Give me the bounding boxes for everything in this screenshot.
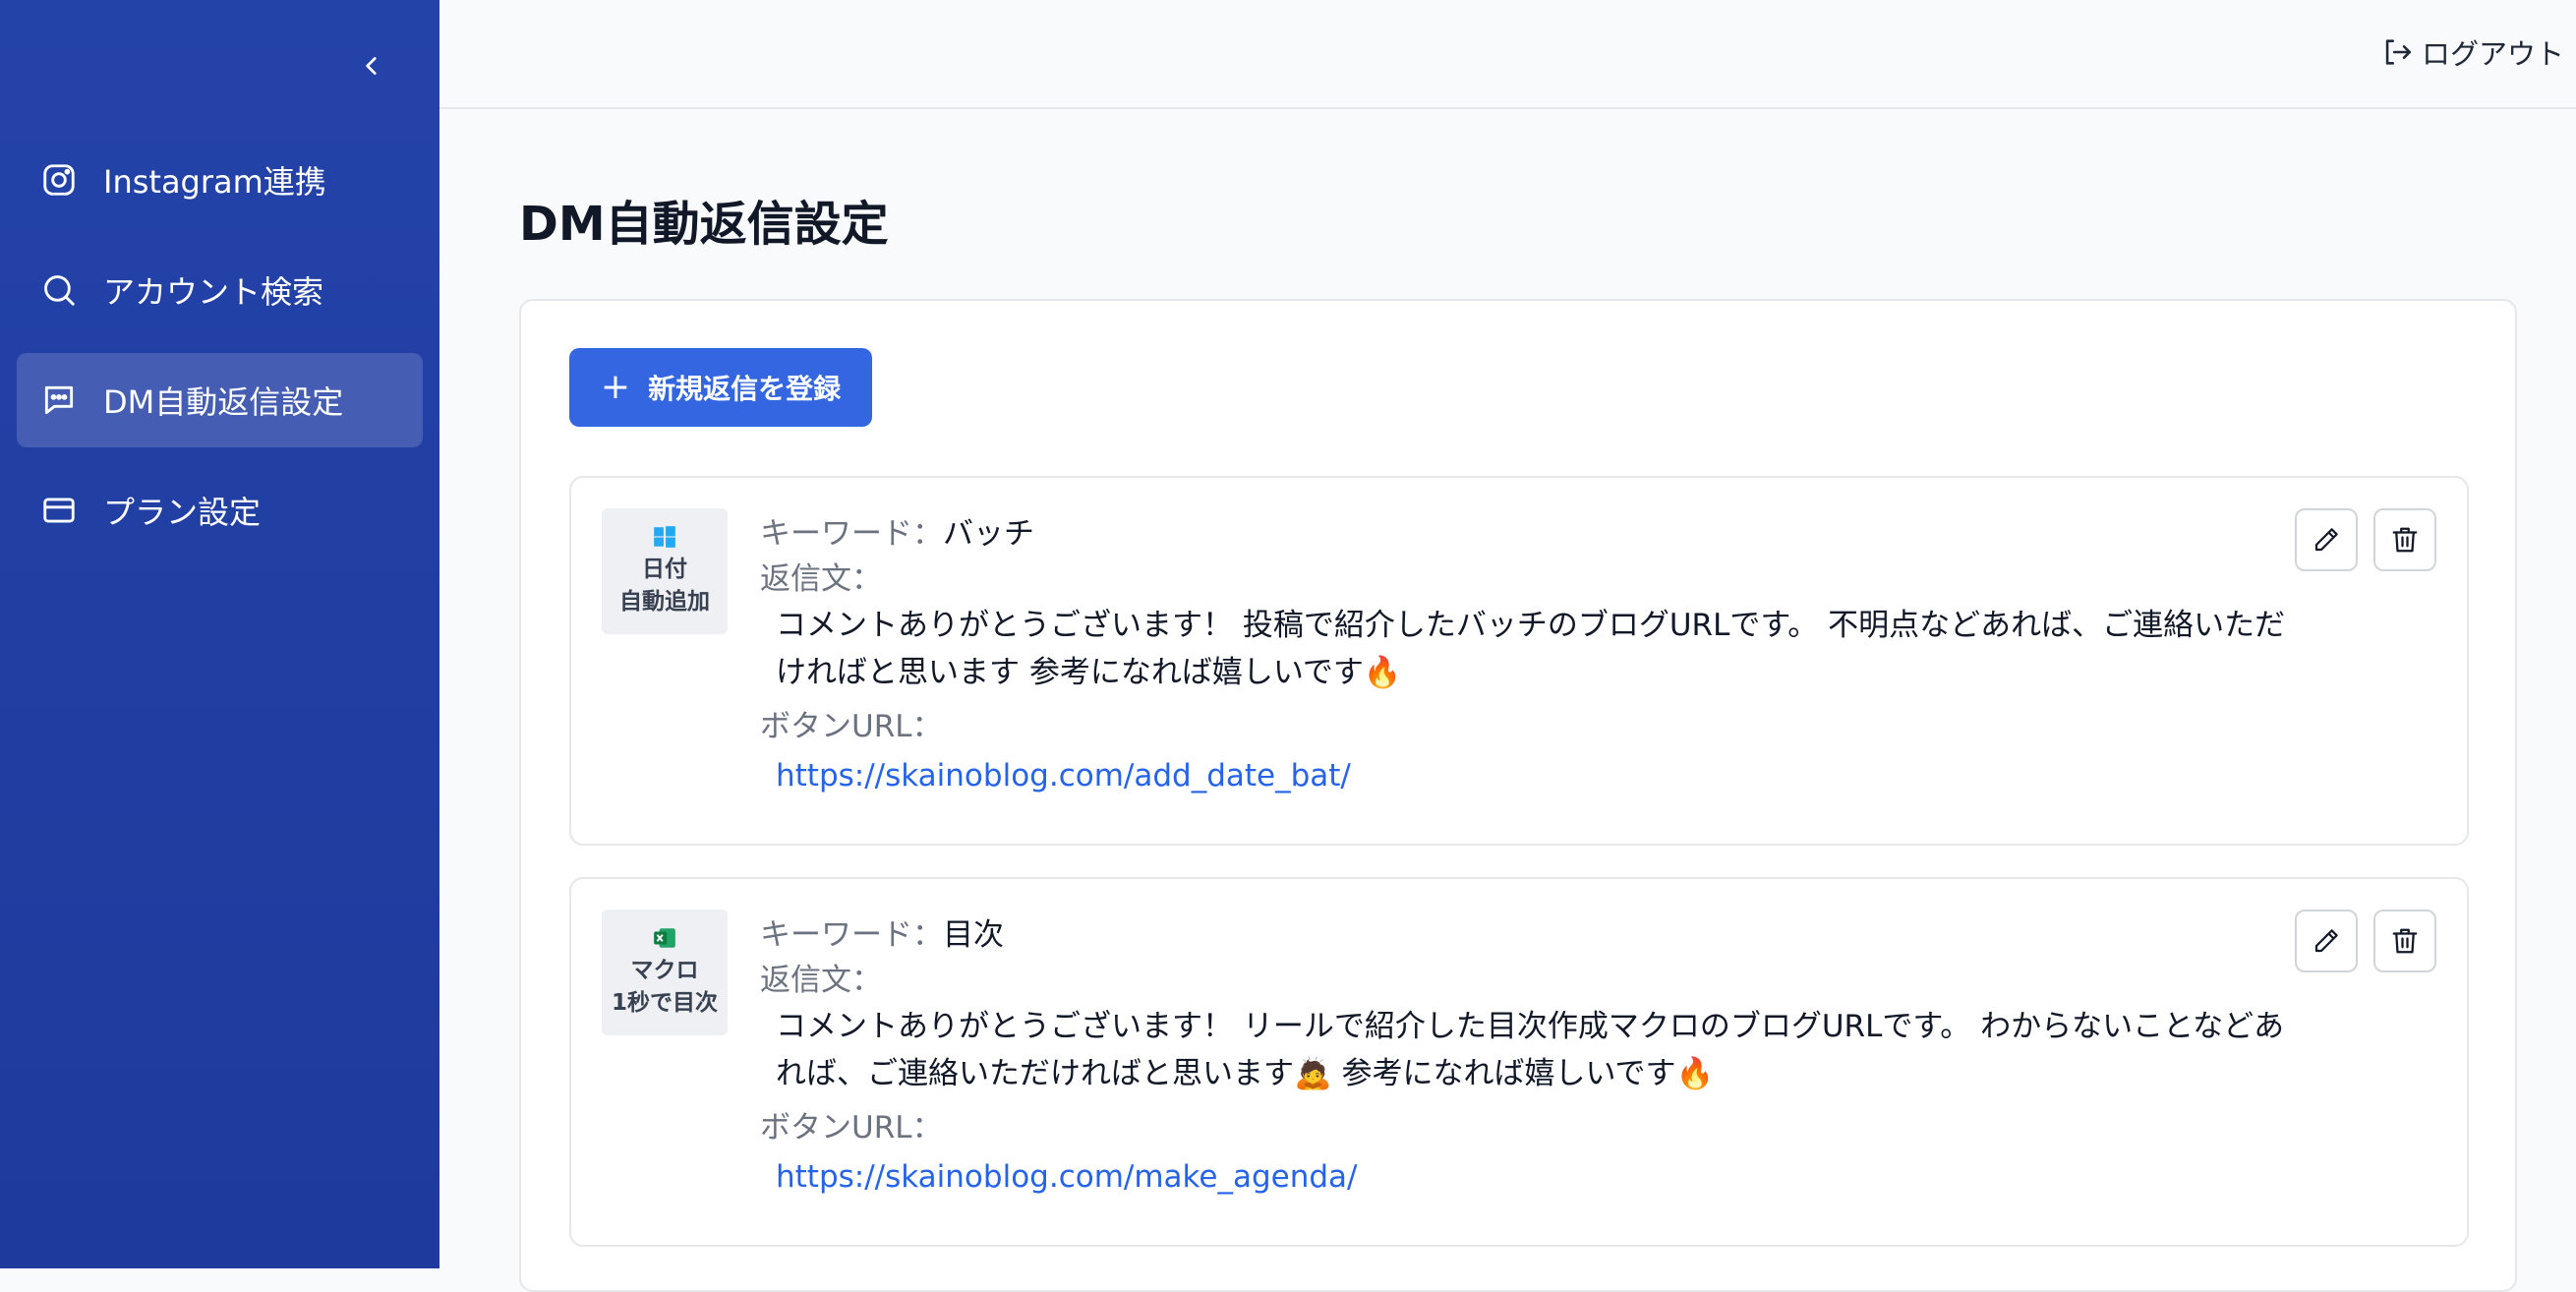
reply-list-panel: + 新規返信を登録 日付 自動追加 キーワード：バッチ 返信文： コメントありが… <box>519 299 2517 1292</box>
sidebar-item-plan-settings[interactable]: プラン設定 <box>17 463 423 558</box>
keyword-label: キーワード： <box>760 516 943 552</box>
reply-text-label: 返信文： <box>760 963 882 998</box>
reply-thumbnail: マクロ 1秒で目次 <box>602 910 728 1035</box>
thumbnail-text-line1: マクロ <box>630 957 699 983</box>
chevron-left-icon <box>366 57 377 75</box>
keyword-value: 目次 <box>943 917 1004 953</box>
reply-content: キーワード：目次 返信文： コメントありがとうございます！ リールで紹介した目次… <box>760 912 2294 1202</box>
thumbnail-text-line1: 日付 <box>642 556 687 582</box>
instagram-icon <box>39 160 79 200</box>
excel-logo-icon <box>654 927 675 948</box>
top-bar: ログアウト <box>439 0 2576 109</box>
credit-card-icon <box>39 491 79 530</box>
thumbnail-text-line2: 1秒で目次 <box>611 990 718 1016</box>
sidebar-item-instagram[interactable]: Instagram連携 <box>17 133 423 227</box>
add-reply-button[interactable]: + 新規返信を登録 <box>569 348 872 427</box>
search-icon <box>39 270 79 310</box>
sidebar-item-account-search[interactable]: アカウント検索 <box>17 243 423 337</box>
keyword-value: バッチ <box>943 516 1034 552</box>
message-icon <box>39 381 79 420</box>
pencil-icon <box>2314 929 2338 953</box>
button-url-link[interactable]: https://skainoblog.com/add_date_bat/ <box>760 751 2294 800</box>
plus-icon: + <box>600 367 631 407</box>
reply-text-label: 返信文： <box>760 561 882 597</box>
reply-content: キーワード：バッチ 返信文： コメントありがとうございます！ 投稿で紹介したバッ… <box>760 511 2294 800</box>
reply-card: 日付 自動追加 キーワード：バッチ 返信文： コメントありがとうございます！ 投… <box>569 476 2469 846</box>
sidebar: Instagram連携 アカウント検索 DM自動返信設定 プラン設定 <box>0 0 439 1268</box>
card-actions <box>2295 910 2436 972</box>
sidebar-nav: Instagram連携 アカウント検索 DM自動返信設定 プラン設定 <box>17 133 423 573</box>
keyword-label: キーワード： <box>760 917 943 953</box>
reply-text: コメントありがとうございます！ 投稿で紹介したバッチのブログURLです。 不明点… <box>776 608 2286 690</box>
logout-label: ログアウト <box>2421 37 2564 71</box>
sidebar-item-label: プラン設定 <box>103 494 262 531</box>
windows-logo-icon <box>654 525 675 548</box>
sidebar-item-label: Instagram連携 <box>103 163 326 201</box>
thumbnail-text-line2: 自動追加 <box>619 589 710 615</box>
delete-button[interactable] <box>2373 508 2436 571</box>
add-reply-label: 新規返信を登録 <box>648 373 842 405</box>
button-url-label: ボタンURL： <box>760 1110 943 1145</box>
trash-icon <box>2392 527 2418 553</box>
page-title: DM自動返信設定 <box>519 197 889 252</box>
button-url-label: ボタンURL： <box>760 709 943 744</box>
sidebar-item-label: DM自動返信設定 <box>103 383 344 421</box>
sidebar-item-label: アカウント検索 <box>103 273 324 311</box>
pencil-icon <box>2314 528 2338 552</box>
edit-button[interactable] <box>2295 910 2358 972</box>
delete-button[interactable] <box>2373 910 2436 972</box>
card-actions <box>2295 508 2436 571</box>
collapse-sidebar-button[interactable] <box>351 45 392 87</box>
reply-card: マクロ 1秒で目次 キーワード：目次 返信文： コメントありがとうございます！ … <box>569 877 2469 1247</box>
trash-icon <box>2392 928 2418 954</box>
logout-button[interactable]: ログアウト <box>2380 31 2564 73</box>
sidebar-item-dm-auto-reply[interactable]: DM自動返信設定 <box>17 353 423 447</box>
reply-text: コメントありがとうございます！ リールで紹介した目次作成マクロのブログURLです… <box>776 1009 2285 1091</box>
button-url-link[interactable]: https://skainoblog.com/make_agenda/ <box>760 1152 2294 1202</box>
reply-thumbnail: 日付 自動追加 <box>602 508 728 634</box>
keyword-row: キーワード：バッチ <box>760 511 2294 557</box>
edit-button[interactable] <box>2295 508 2358 571</box>
logout-icon <box>2385 39 2412 65</box>
keyword-row: キーワード：目次 <box>760 912 2294 958</box>
